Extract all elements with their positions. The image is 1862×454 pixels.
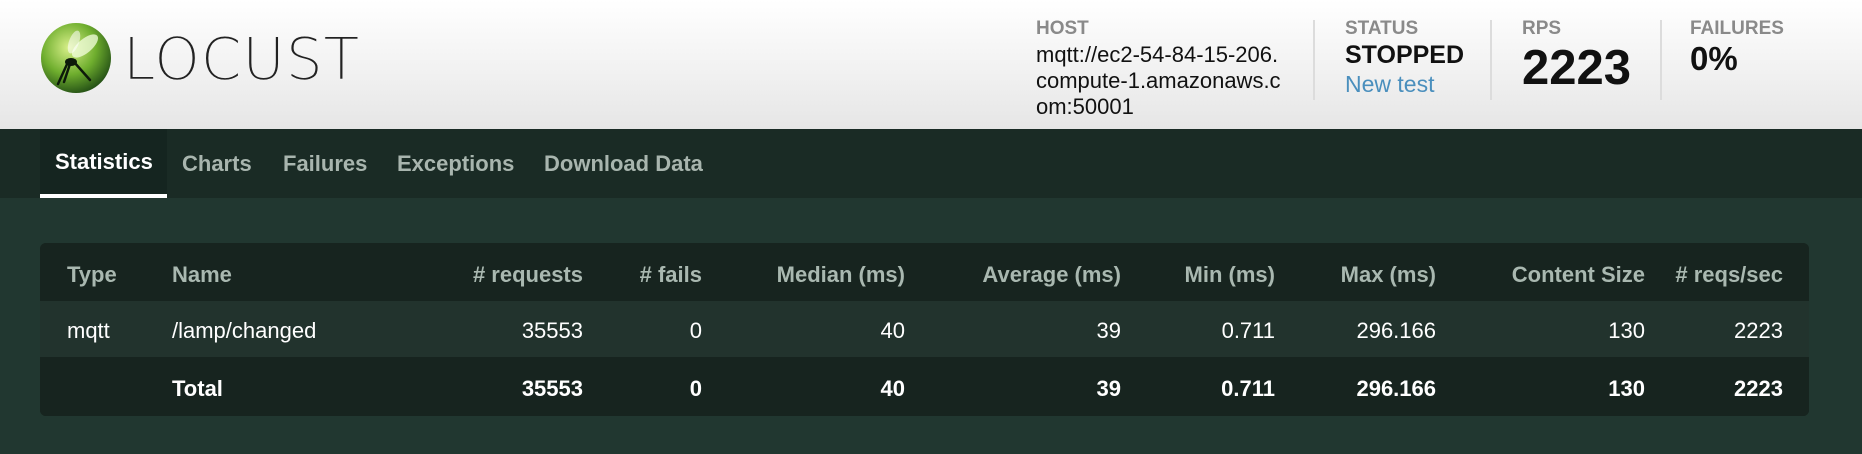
column-header-type[interactable]: Type (67, 262, 117, 288)
tab-download-data[interactable]: Download Data (544, 129, 703, 198)
total-max: 296.166 (1356, 376, 1436, 401)
table-header-row: Type Name # requests # fails Median (ms)… (40, 243, 1809, 301)
rps-box: RPS 2223 (1522, 18, 1631, 96)
failures-value: 0% (1690, 40, 1738, 77)
host-box: HOST mqtt://ec2-54-84-15-206.compute-1.a… (1036, 18, 1281, 120)
status-value: STOPPED (1345, 41, 1465, 69)
cell-reqs-per-sec: 2223 (1734, 318, 1783, 343)
new-test-link[interactable]: New test (1345, 70, 1464, 98)
total-fails: 0 (689, 376, 702, 401)
table-row: mqtt /lamp/changed 35553 0 40 39 0.711 2… (40, 301, 1809, 357)
total-content-size: 130 (1608, 376, 1645, 401)
total-average: 39 (1096, 376, 1121, 401)
header-divider (1490, 20, 1492, 100)
column-header-median[interactable]: Median (ms) (777, 262, 905, 288)
host-label: HOST (1036, 18, 1089, 39)
total-reqs-per-sec: 2223 (1734, 376, 1783, 401)
header-bar: LOCUST HOST mqtt://ec2-54-84-15-206.comp… (0, 0, 1862, 129)
failures-box: FAILURES 0% (1690, 18, 1784, 78)
column-header-name[interactable]: Name (172, 262, 232, 288)
column-header-fails[interactable]: # fails (640, 262, 702, 288)
host-value: mqtt://ec2-54-84-15-206.compute-1.amazon… (1036, 42, 1281, 119)
tab-charts[interactable]: Charts (182, 129, 252, 198)
column-header-max[interactable]: Max (ms) (1341, 262, 1436, 288)
column-header-reqs-per-sec[interactable]: # reqs/sec (1675, 262, 1783, 288)
cell-type: mqtt (67, 318, 110, 343)
total-requests: 35553 (521, 376, 583, 401)
cell-median: 40 (880, 318, 905, 343)
rps-label: RPS (1522, 18, 1562, 39)
cell-max: 296.166 (1356, 318, 1436, 343)
cell-requests: 35553 (521, 318, 583, 343)
cell-content-size: 130 (1608, 318, 1645, 343)
total-label: Total (172, 376, 223, 401)
status-box: STATUS STOPPED New test (1345, 18, 1464, 98)
total-median: 40 (880, 376, 905, 401)
failures-label: FAILURES (1690, 18, 1784, 39)
tab-failures[interactable]: Failures (283, 129, 367, 198)
statistics-table: Type Name # requests # fails Median (ms)… (40, 243, 1809, 416)
tab-bar: Statistics Charts Failures Exceptions Do… (0, 129, 1862, 198)
rps-value: 2223 (1522, 41, 1632, 95)
app-logo-text: LOCUST (123, 25, 361, 94)
cell-fails: 0 (689, 318, 702, 343)
tab-statistics[interactable]: Statistics (40, 129, 167, 198)
column-header-average[interactable]: Average (ms) (982, 262, 1121, 288)
column-header-min[interactable]: Min (ms) (1185, 262, 1275, 288)
column-header-content-size[interactable]: Content Size (1512, 262, 1645, 288)
status-label: STATUS (1345, 18, 1419, 39)
column-header-requests[interactable]: # requests (473, 262, 583, 288)
table-total-row: Total 35553 0 40 39 0.711 296.166 130 22… (40, 357, 1809, 416)
header-divider (1313, 20, 1315, 100)
total-min: 0.711 (1221, 376, 1275, 401)
cell-name: /lamp/changed (172, 318, 317, 343)
cell-average: 39 (1096, 318, 1121, 343)
cell-min: 0.711 (1221, 318, 1275, 343)
tab-exceptions[interactable]: Exceptions (397, 129, 514, 198)
header-divider (1660, 20, 1662, 100)
locust-logo-icon (41, 23, 111, 93)
